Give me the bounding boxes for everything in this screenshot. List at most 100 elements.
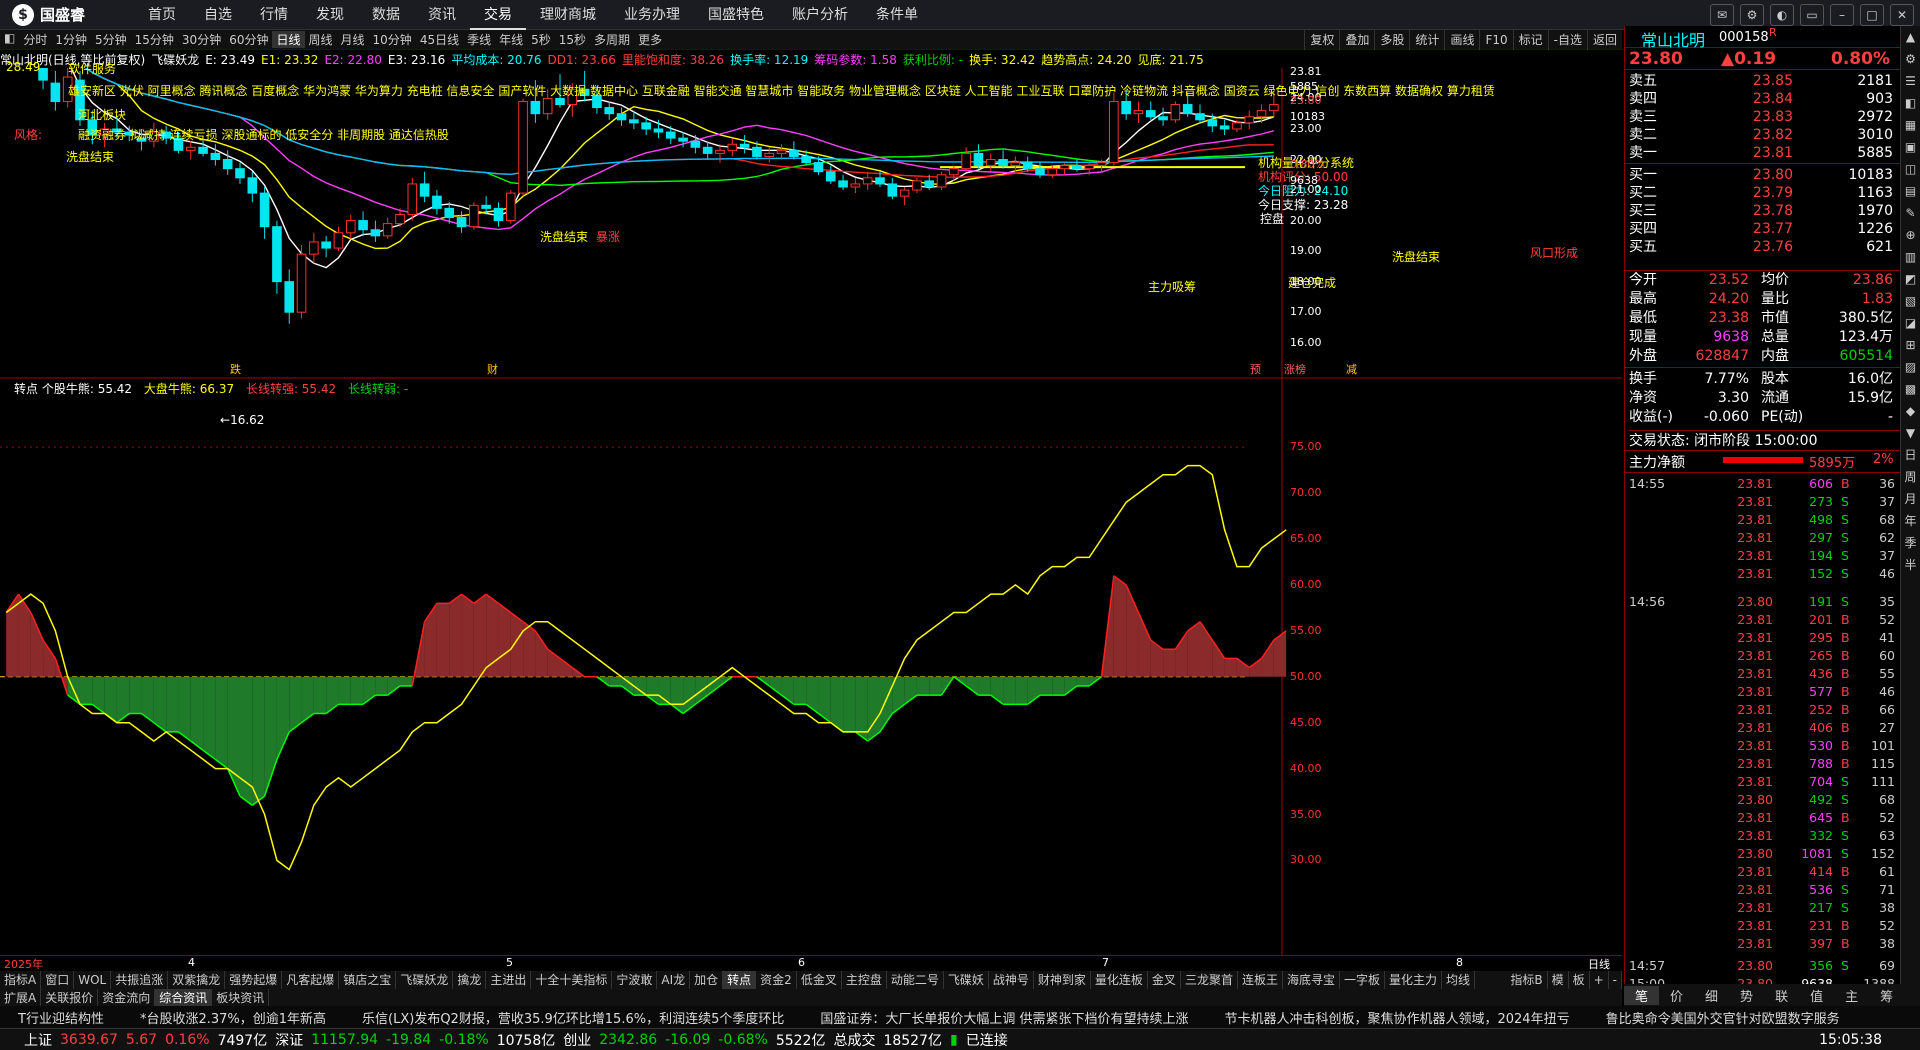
indicator-tab[interactable]: 财神到家: [1034, 971, 1091, 989]
close-icon[interactable]: ✕: [1890, 4, 1914, 26]
indicator-tab[interactable]: 海底寻宝: [1283, 971, 1340, 989]
quote-tab[interactable]: 价: [1659, 986, 1694, 1005]
side-tool-icon[interactable]: ◧: [1901, 92, 1920, 114]
news-item[interactable]: T行业迎结构性: [18, 1008, 104, 1027]
tool-7[interactable]: -自选: [1547, 30, 1587, 50]
indicator-tab[interactable]: 主进出: [486, 971, 532, 989]
period-8[interactable]: 月线: [337, 31, 369, 48]
fullscreen-icon[interactable]: ▭: [1800, 4, 1824, 26]
indicator-tab[interactable]: 指标A: [0, 971, 42, 989]
period-9[interactable]: 10分钟: [369, 31, 416, 48]
period-12[interactable]: 年线: [495, 31, 527, 48]
indicator-tab[interactable]: 强势起爆: [225, 971, 283, 989]
quote-tab[interactable]: 值: [1799, 986, 1834, 1005]
ask-row[interactable]: 卖二 23.82 3010: [1625, 126, 1901, 144]
ask-row[interactable]: 卖三 23.83 2972: [1625, 108, 1901, 126]
quote-tab[interactable]: 联: [1764, 986, 1799, 1005]
event-mark[interactable]: 减: [1346, 361, 1357, 377]
bid-row[interactable]: 买四 23.77 1226: [1625, 220, 1901, 238]
side-tool-icon[interactable]: ▼: [1901, 422, 1920, 444]
index-cy-label[interactable]: 创业: [563, 1030, 591, 1050]
nav-item-1[interactable]: 自选: [190, 0, 246, 30]
event-mark[interactable]: 涨榜: [1284, 361, 1306, 377]
info-tab[interactable]: 扩展A: [0, 989, 42, 1006]
side-tool-icon[interactable]: ▣: [1901, 136, 1920, 158]
indicator-tab[interactable]: 飞碟妖: [944, 971, 989, 989]
side-tool-icon[interactable]: ▧: [1901, 290, 1920, 312]
nav-item-9[interactable]: 国盛特色: [694, 0, 778, 30]
event-mark[interactable]: 财: [487, 361, 498, 377]
indicator-tab[interactable]: 转点: [723, 971, 757, 989]
indicator-tab[interactable]: 主控盘: [842, 971, 887, 989]
tick-list[interactable]: 14:55 23.81 606 B 36 23.81 273 S 37 23.81 498 S 68 23…: [1625, 472, 1901, 991]
side-tool-icon[interactable]: ▩: [1901, 378, 1920, 400]
side-period[interactable]: 月: [1901, 488, 1920, 510]
indicator-tab[interactable]: 十全十美指标: [531, 971, 613, 989]
indicator-tab[interactable]: 三龙聚首: [1181, 971, 1238, 989]
nav-item-5[interactable]: 资讯: [414, 0, 470, 30]
message-icon[interactable]: ✉: [1710, 4, 1734, 26]
side-tool-icon[interactable]: ◩: [1901, 268, 1920, 290]
side-tool-icon[interactable]: ☰: [1901, 70, 1920, 92]
ask-row[interactable]: 卖一 23.81 5885: [1625, 144, 1901, 162]
info-tab[interactable]: 资金流向: [98, 989, 156, 1006]
indicator-tab[interactable]: 加仓: [690, 971, 724, 989]
quote-tab[interactable]: 势: [1729, 986, 1764, 1005]
nav-item-11[interactable]: 条件单: [862, 0, 932, 30]
side-tool-icon[interactable]: ⚙: [1901, 48, 1920, 70]
minimize-icon[interactable]: –: [1830, 4, 1854, 26]
tool-0[interactable]: 复权: [1304, 30, 1339, 50]
side-tool-icon[interactable]: ▨: [1901, 356, 1920, 378]
nav-item-2[interactable]: 行情: [246, 0, 302, 30]
indicator-tab-right[interactable]: +: [1590, 971, 1609, 989]
indicator-tab[interactable]: 低金叉: [797, 971, 842, 989]
side-tool-icon[interactable]: ▦: [1901, 114, 1920, 136]
bid-row[interactable]: 买二 23.79 1163: [1625, 184, 1901, 202]
info-tab[interactable]: 关联报价: [41, 989, 99, 1006]
indicator-tab-right[interactable]: 模: [1548, 971, 1569, 989]
bid-row[interactable]: 买三 23.78 1970: [1625, 202, 1901, 220]
side-tool-icon[interactable]: ◫: [1901, 158, 1920, 180]
side-tool-icon[interactable]: ▲: [1901, 26, 1920, 48]
quote-tab[interactable]: 筹: [1869, 986, 1904, 1005]
info-tab[interactable]: 板块资讯: [212, 989, 270, 1006]
news-item[interactable]: 鲁比奥命令美国外交官针对欧盟数字服务: [1606, 1008, 1840, 1027]
indicator-tab[interactable]: AI龙: [657, 971, 691, 989]
tool-1[interactable]: 叠加: [1339, 30, 1374, 50]
nav-item-7[interactable]: 理财商城: [526, 0, 610, 30]
period-5[interactable]: 60分钟: [225, 31, 272, 48]
indicator-tab[interactable]: 镇店之宝: [339, 971, 397, 989]
tool-8[interactable]: 返回: [1586, 30, 1622, 50]
nav-item-6[interactable]: 交易: [470, 0, 526, 30]
maximize-icon[interactable]: □: [1860, 4, 1884, 26]
event-mark[interactable]: 预: [1250, 361, 1261, 377]
skin-icon[interactable]: ◐: [1770, 4, 1794, 26]
indicator-tab-right[interactable]: 指标B: [1506, 971, 1548, 989]
period-10[interactable]: 45日线: [416, 31, 463, 48]
indicator-tab[interactable]: 量化主力: [1385, 971, 1443, 989]
period-6[interactable]: 日线: [272, 31, 305, 48]
news-item[interactable]: 国盛证券：大厂长单报价大幅上调 供需紧张下档价有望持续上涨: [820, 1008, 1188, 1027]
indicator-tab[interactable]: 量化连板: [1091, 971, 1148, 989]
sidebar-toggle-icon[interactable]: ◧: [0, 31, 19, 48]
settings-icon[interactable]: ⚙: [1740, 4, 1764, 26]
tool-6[interactable]: 标记: [1512, 30, 1548, 50]
nav-item-8[interactable]: 业务办理: [610, 0, 694, 30]
period-11[interactable]: 季线: [463, 31, 495, 48]
side-tool-icon[interactable]: ⊕: [1901, 224, 1920, 246]
side-tool-icon[interactable]: ▤: [1901, 180, 1920, 202]
news-item[interactable]: 乐信(LX)发布Q2财报，营收35.9亿环比增15.6%，利润连续5个季度环比: [362, 1008, 784, 1027]
news-item[interactable]: 节卡机器人冲击科创板，聚焦协作机器人领域，2024年扭亏: [1224, 1008, 1569, 1027]
period-2[interactable]: 5分钟: [91, 31, 131, 48]
indicator-tab[interactable]: 金叉: [1148, 971, 1181, 989]
period-15[interactable]: 多周期: [590, 31, 634, 48]
index-sh-label[interactable]: 上证: [24, 1030, 52, 1050]
side-tool-icon[interactable]: ◪: [1901, 312, 1920, 334]
indicator-tab[interactable]: 凡客起爆: [282, 971, 340, 989]
side-period[interactable]: 半: [1901, 554, 1920, 576]
indicator-tab[interactable]: 窗口: [41, 971, 75, 989]
indicator-tab-right[interactable]: -: [1609, 971, 1622, 989]
indicator-tab[interactable]: 共振追涨: [111, 971, 169, 989]
bid-row[interactable]: 买五 23.76 621: [1625, 238, 1901, 256]
event-mark[interactable]: 跌: [230, 361, 241, 377]
